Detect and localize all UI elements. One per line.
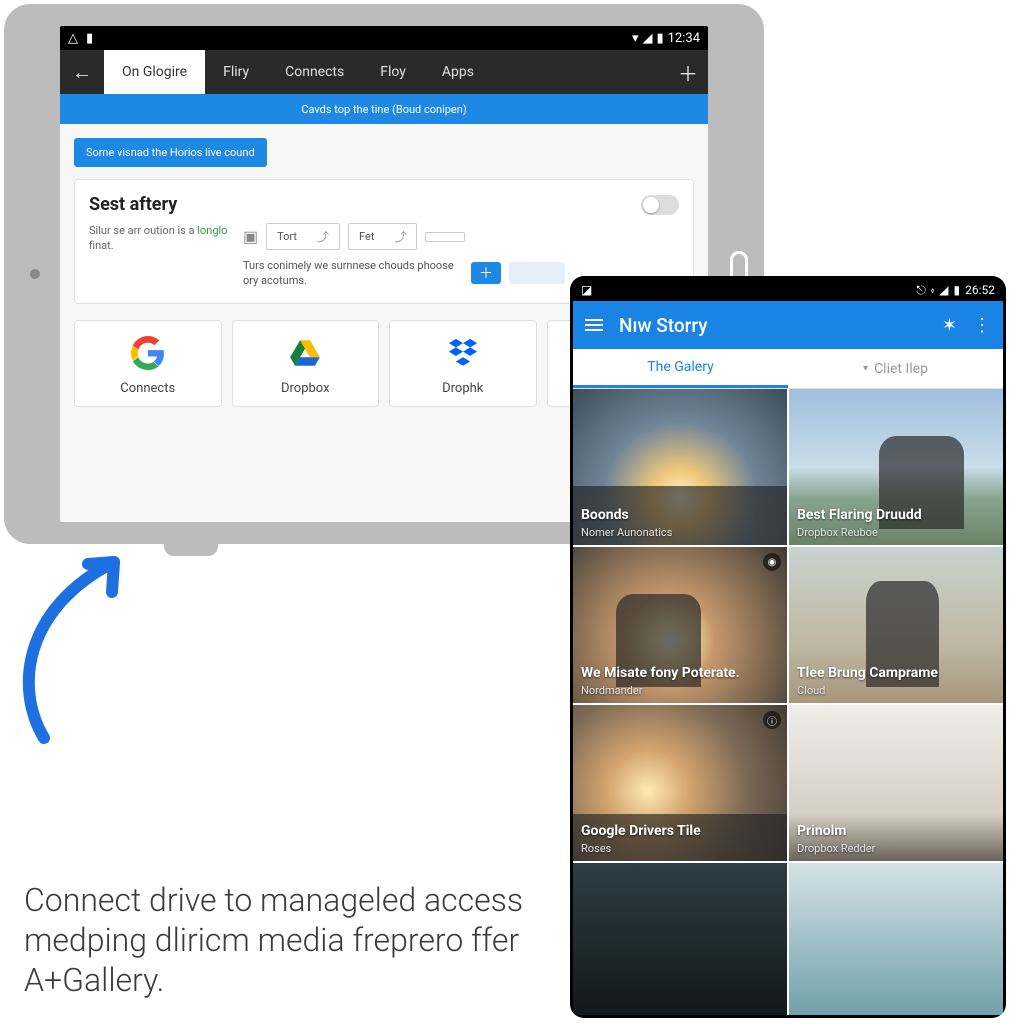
service-label: Drophk — [442, 381, 483, 396]
photo-cell[interactable]: ⓘGoogle Drivers TileRoses — [573, 705, 787, 861]
bug-icon[interactable]: ✶ — [942, 315, 957, 336]
service-google[interactable]: Connects — [74, 320, 222, 407]
tablet-tab-bar: ← On Glogire Fliry Connects Floy Apps ＋ — [60, 50, 708, 94]
service-label: Dropbox — [281, 381, 330, 396]
overflow-menu[interactable]: ⋮ — [973, 315, 991, 336]
image-icon: ▣ — [243, 227, 258, 246]
callout-arrow — [4, 548, 164, 748]
tab-other[interactable]: ▾Cliet Ilep — [788, 349, 1003, 388]
back-button[interactable]: ← — [60, 60, 104, 85]
card-note: Turs conimely we surnnese chouds phoose … — [243, 258, 463, 289]
wifi-icon: ⬫ — [931, 283, 934, 298]
battery-icon: ▮ — [656, 31, 663, 46]
photo-cell[interactable]: Tlee Brung CamprameCloud — [789, 547, 1003, 703]
tab-fliry[interactable]: Fliry — [205, 50, 267, 94]
chevron-down-icon: ▾ — [863, 363, 868, 374]
photo-cell[interactable]: PrinolmDropbox Redder — [789, 705, 1003, 861]
share-icon: ⤴ — [317, 228, 329, 245]
caption-text: Connect drive to manageled access medpin… — [24, 880, 524, 1000]
info-badge-icon: ⓘ — [763, 711, 781, 729]
segment-tort[interactable]: Tort⤴ — [266, 223, 340, 250]
photo-cell[interactable] — [573, 863, 787, 1015]
phone-frame: ◪ ⎋ ⬫ ◢ ▮ 26:52 Nıw Storry ✶ ⋮ The Galer… — [570, 276, 1006, 1018]
photo-cell[interactable] — [789, 863, 1003, 1015]
tab-apps[interactable]: Apps — [424, 50, 492, 94]
phone-screen: ◪ ⎋ ⬫ ◢ ▮ 26:52 Nıw Storry ✶ ⋮ The Galer… — [573, 279, 1003, 1015]
status-time: 26:52 — [965, 283, 995, 297]
app-bar: Nıw Storry ✶ ⋮ — [573, 301, 1003, 349]
card-toggle[interactable] — [641, 195, 679, 215]
signal-icon: ◢ — [642, 31, 652, 46]
card-title: Sest aftery — [89, 194, 177, 215]
bluetooth-icon: ⎋ — [916, 283, 926, 298]
info-badge-icon: ◉ — [763, 553, 781, 571]
photo-grid: BoondsNomer Aunonatics Best Flaring Druu… — [573, 389, 1003, 1015]
service-label: Connects — [120, 381, 175, 396]
wifi-icon: ▾ — [632, 31, 639, 46]
share-icon: ⤴ — [394, 228, 406, 245]
tablet-status-bar: △ ▮ ▾ ◢ ▮ 12:34 — [60, 26, 708, 50]
tablet-camera — [30, 269, 40, 279]
signal-icon: ◢ — [939, 283, 948, 297]
phone-status-bar: ◪ ⎋ ⬫ ◢ ▮ 26:52 — [573, 279, 1003, 301]
tab-on-glogire[interactable]: On Glogire — [104, 50, 205, 94]
notif-icon: ◪ — [581, 283, 592, 297]
google-icon — [130, 335, 166, 371]
segment-fet[interactable]: Fet⤴ — [348, 223, 417, 250]
tab-connects[interactable]: Connects — [267, 50, 362, 94]
drive-icon — [287, 335, 323, 371]
stub-field[interactable] — [509, 262, 565, 284]
menu-button[interactable] — [585, 319, 603, 331]
service-dropbox[interactable]: Drophk — [389, 320, 537, 407]
warning-icon: △ — [68, 31, 78, 46]
notice-banner: Cavds top the tine (Boud conipen) — [60, 94, 708, 124]
photo-cell[interactable]: ◉We Misate fony Poterate.Nordmander — [573, 547, 787, 703]
photo-cell[interactable]: BoondsNomer Aunonatics — [573, 389, 787, 545]
tab-gallery[interactable]: The Galery — [573, 349, 788, 388]
phone-tabs: The Galery ▾Cliet Ilep — [573, 349, 1003, 389]
status-time: 12:34 — [668, 31, 700, 46]
app-title: Nıw Storry — [619, 314, 926, 337]
add-tab-button[interactable]: ＋ — [668, 58, 708, 87]
add-button[interactable]: ＋ — [471, 262, 501, 284]
tablet-stand — [164, 540, 218, 556]
primary-action-button[interactable]: Some visnad the Horios live cound — [74, 138, 267, 167]
card-description: Silur se arr oution is a longlo finat. — [89, 223, 229, 289]
dropbox-icon — [445, 335, 481, 371]
photo-cell[interactable]: Best Flaring DruuddDropbox Reuboe — [789, 389, 1003, 545]
service-drive[interactable]: Dropbox — [232, 320, 380, 407]
battery-icon: ▮ — [86, 31, 93, 46]
battery-icon: ▮ — [954, 283, 961, 297]
tab-floy[interactable]: Floy — [362, 50, 424, 94]
segment-stub[interactable] — [425, 232, 465, 242]
